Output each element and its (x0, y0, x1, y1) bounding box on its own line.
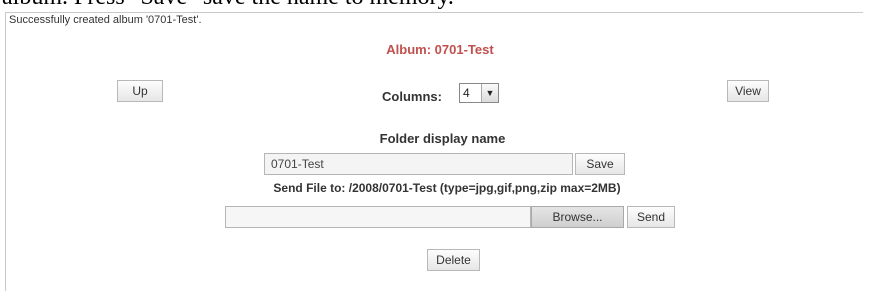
album-title: Album: 0701-Test (386, 42, 494, 57)
save-button[interactable]: Save (575, 153, 625, 175)
status-message: Successfully created album '0701-Test'. (9, 14, 202, 26)
columns-select[interactable]: 4 ▼ (459, 83, 499, 103)
browse-button[interactable]: Browse... (531, 206, 624, 228)
folder-display-name-input[interactable]: 0701-Test (264, 153, 573, 175)
delete-button[interactable]: Delete (427, 249, 480, 271)
caption-text: album. Press "Save" save the name to mem… (0, 0, 870, 9)
folder-display-name-label: Folder display name (379, 131, 506, 146)
columns-label: Columns: (382, 89, 442, 104)
caption-text-strip: album. Press "Save" save the name to mem… (0, 0, 870, 10)
send-file-label: Send File to: /2008/0701-Test (type=jpg,… (273, 181, 621, 195)
file-path-input[interactable] (225, 206, 531, 228)
view-button[interactable]: View (727, 80, 769, 102)
send-button[interactable]: Send (627, 206, 675, 228)
up-button[interactable]: Up (117, 80, 163, 102)
chevron-down-icon[interactable]: ▼ (481, 84, 498, 102)
columns-select-value: 4 (463, 86, 470, 100)
